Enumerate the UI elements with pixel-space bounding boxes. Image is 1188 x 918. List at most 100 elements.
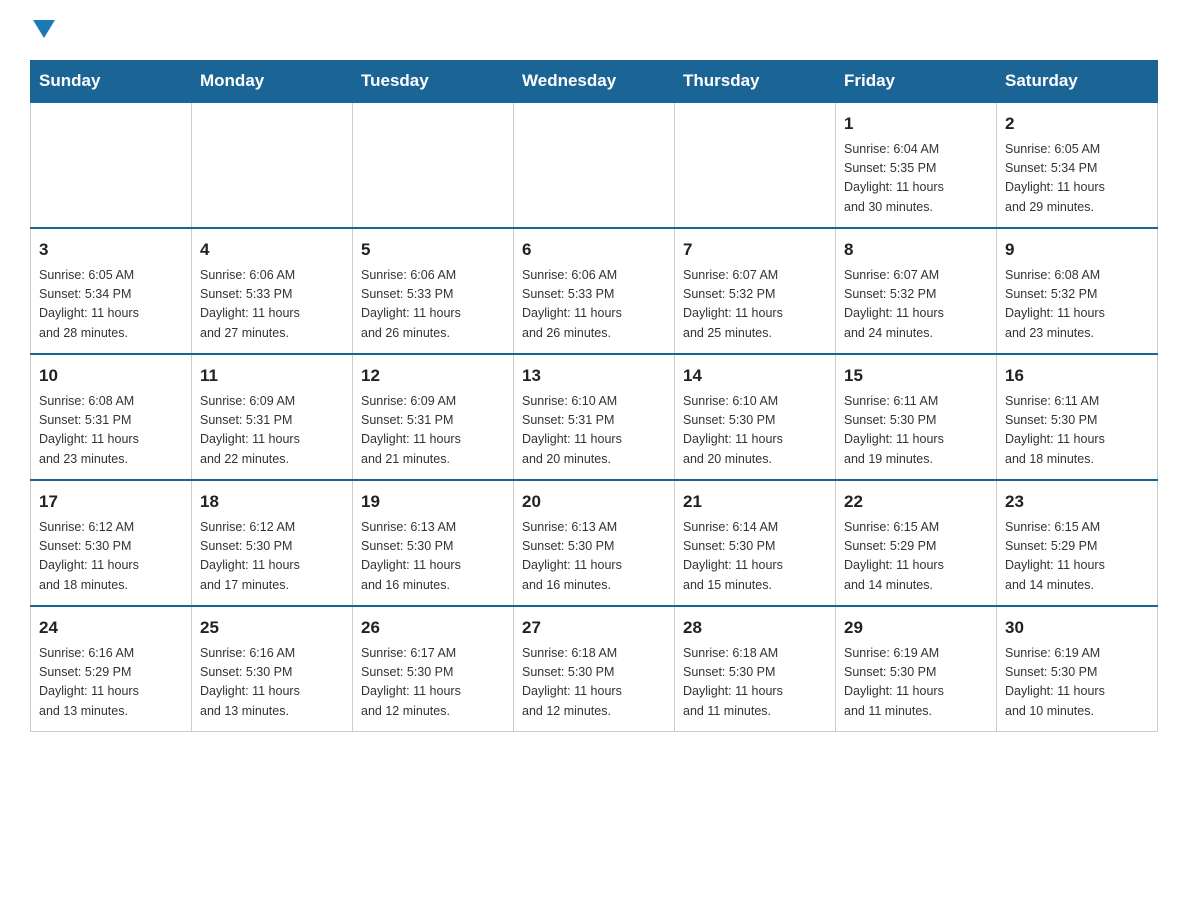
table-row: 6 Sunrise: 6:06 AM Sunset: 5:33 PM Daylig… — [514, 228, 675, 354]
table-row: 11 Sunrise: 6:09 AM Sunset: 5:31 PM Dayli… — [192, 354, 353, 480]
day-number: 1 — [844, 111, 988, 137]
day-info: Sunrise: 6:11 AM Sunset: 5:30 PM Dayligh… — [844, 392, 988, 470]
table-row — [353, 102, 514, 228]
table-row: 19 Sunrise: 6:13 AM Sunset: 5:30 PM Dayli… — [353, 480, 514, 606]
day-info: Sunrise: 6:15 AM Sunset: 5:29 PM Dayligh… — [844, 518, 988, 596]
table-row: 8 Sunrise: 6:07 AM Sunset: 5:32 PM Daylig… — [836, 228, 997, 354]
day-number: 26 — [361, 615, 505, 641]
day-info: Sunrise: 6:13 AM Sunset: 5:30 PM Dayligh… — [361, 518, 505, 596]
table-row: 14 Sunrise: 6:10 AM Sunset: 5:30 PM Dayli… — [675, 354, 836, 480]
day-number: 25 — [200, 615, 344, 641]
day-info: Sunrise: 6:06 AM Sunset: 5:33 PM Dayligh… — [361, 266, 505, 344]
day-info: Sunrise: 6:14 AM Sunset: 5:30 PM Dayligh… — [683, 518, 827, 596]
table-row: 22 Sunrise: 6:15 AM Sunset: 5:29 PM Dayli… — [836, 480, 997, 606]
day-info: Sunrise: 6:19 AM Sunset: 5:30 PM Dayligh… — [1005, 644, 1149, 722]
table-row: 17Sunrise: 6:12 AM Sunset: 5:30 PM Dayli… — [31, 480, 192, 606]
day-number: 9 — [1005, 237, 1149, 263]
day-number: 6 — [522, 237, 666, 263]
calendar-week-row: 3Sunrise: 6:05 AM Sunset: 5:34 PM Daylig… — [31, 228, 1158, 354]
day-number: 27 — [522, 615, 666, 641]
day-info: Sunrise: 6:18 AM Sunset: 5:30 PM Dayligh… — [683, 644, 827, 722]
table-row: 12 Sunrise: 6:09 AM Sunset: 5:31 PM Dayli… — [353, 354, 514, 480]
table-row: 13Sunrise: 6:10 AM Sunset: 5:31 PM Dayli… — [514, 354, 675, 480]
weekday-wednesday: Wednesday — [514, 61, 675, 103]
day-number: 16 — [1005, 363, 1149, 389]
day-info: Sunrise: 6:07 AM Sunset: 5:32 PM Dayligh… — [683, 266, 827, 344]
day-info: Sunrise: 6:07 AM Sunset: 5:32 PM Dayligh… — [844, 266, 988, 344]
weekday-saturday: Saturday — [997, 61, 1158, 103]
day-number: 20 — [522, 489, 666, 515]
table-row: 29 Sunrise: 6:19 AM Sunset: 5:30 PM Dayli… — [836, 606, 997, 732]
table-row: 26 Sunrise: 6:17 AM Sunset: 5:30 PM Dayli… — [353, 606, 514, 732]
table-row: 20 Sunrise: 6:13 AM Sunset: 5:30 PM Dayli… — [514, 480, 675, 606]
page-header — [30, 20, 1158, 40]
weekday-thursday: Thursday — [675, 61, 836, 103]
day-number: 23 — [1005, 489, 1149, 515]
table-row: 21 Sunrise: 6:14 AM Sunset: 5:30 PM Dayli… — [675, 480, 836, 606]
day-number: 28 — [683, 615, 827, 641]
table-row: 7 Sunrise: 6:07 AM Sunset: 5:32 PM Daylig… — [675, 228, 836, 354]
day-number: 30 — [1005, 615, 1149, 641]
table-row: 5Sunrise: 6:06 AM Sunset: 5:33 PM Daylig… — [353, 228, 514, 354]
calendar-header-row: Sunday Monday Tuesday Wednesday Thursday… — [31, 61, 1158, 103]
day-number: 7 — [683, 237, 827, 263]
day-info: Sunrise: 6:18 AM Sunset: 5:30 PM Dayligh… — [522, 644, 666, 722]
table-row: 25Sunrise: 6:16 AM Sunset: 5:30 PM Dayli… — [192, 606, 353, 732]
table-row: 3Sunrise: 6:05 AM Sunset: 5:34 PM Daylig… — [31, 228, 192, 354]
calendar-week-row: 1 Sunrise: 6:04 AM Sunset: 5:35 PM Daylig… — [31, 102, 1158, 228]
day-info: Sunrise: 6:10 AM Sunset: 5:31 PM Dayligh… — [522, 392, 666, 470]
day-info: Sunrise: 6:17 AM Sunset: 5:30 PM Dayligh… — [361, 644, 505, 722]
logo — [30, 20, 62, 40]
day-info: Sunrise: 6:04 AM Sunset: 5:35 PM Dayligh… — [844, 140, 988, 218]
table-row: 18Sunrise: 6:12 AM Sunset: 5:30 PM Dayli… — [192, 480, 353, 606]
day-number: 29 — [844, 615, 988, 641]
day-info: Sunrise: 6:08 AM Sunset: 5:32 PM Dayligh… — [1005, 266, 1149, 344]
weekday-tuesday: Tuesday — [353, 61, 514, 103]
calendar-week-row: 24Sunrise: 6:16 AM Sunset: 5:29 PM Dayli… — [31, 606, 1158, 732]
day-number: 11 — [200, 363, 344, 389]
day-info: Sunrise: 6:15 AM Sunset: 5:29 PM Dayligh… — [1005, 518, 1149, 596]
day-number: 4 — [200, 237, 344, 263]
day-info: Sunrise: 6:19 AM Sunset: 5:30 PM Dayligh… — [844, 644, 988, 722]
weekday-friday: Friday — [836, 61, 997, 103]
table-row: 9 Sunrise: 6:08 AM Sunset: 5:32 PM Daylig… — [997, 228, 1158, 354]
logo-triangle-icon — [33, 20, 55, 38]
day-number: 19 — [361, 489, 505, 515]
table-row: 10Sunrise: 6:08 AM Sunset: 5:31 PM Dayli… — [31, 354, 192, 480]
table-row — [31, 102, 192, 228]
day-number: 10 — [39, 363, 183, 389]
day-number: 15 — [844, 363, 988, 389]
day-number: 8 — [844, 237, 988, 263]
day-info: Sunrise: 6:09 AM Sunset: 5:31 PM Dayligh… — [361, 392, 505, 470]
day-info: Sunrise: 6:12 AM Sunset: 5:30 PM Dayligh… — [39, 518, 183, 596]
day-info: Sunrise: 6:13 AM Sunset: 5:30 PM Dayligh… — [522, 518, 666, 596]
day-info: Sunrise: 6:16 AM Sunset: 5:29 PM Dayligh… — [39, 644, 183, 722]
table-row: 27 Sunrise: 6:18 AM Sunset: 5:30 PM Dayli… — [514, 606, 675, 732]
day-number: 21 — [683, 489, 827, 515]
day-info: Sunrise: 6:11 AM Sunset: 5:30 PM Dayligh… — [1005, 392, 1149, 470]
day-number: 2 — [1005, 111, 1149, 137]
table-row: 30 Sunrise: 6:19 AM Sunset: 5:30 PM Dayli… — [997, 606, 1158, 732]
day-info: Sunrise: 6:05 AM Sunset: 5:34 PM Dayligh… — [39, 266, 183, 344]
table-row: 2Sunrise: 6:05 AM Sunset: 5:34 PM Daylig… — [997, 102, 1158, 228]
day-info: Sunrise: 6:09 AM Sunset: 5:31 PM Dayligh… — [200, 392, 344, 470]
table-row — [514, 102, 675, 228]
day-info: Sunrise: 6:12 AM Sunset: 5:30 PM Dayligh… — [200, 518, 344, 596]
day-number: 14 — [683, 363, 827, 389]
table-row: 23 Sunrise: 6:15 AM Sunset: 5:29 PM Dayli… — [997, 480, 1158, 606]
weekday-sunday: Sunday — [31, 61, 192, 103]
day-info: Sunrise: 6:06 AM Sunset: 5:33 PM Dayligh… — [200, 266, 344, 344]
table-row — [192, 102, 353, 228]
table-row: 24Sunrise: 6:16 AM Sunset: 5:29 PM Dayli… — [31, 606, 192, 732]
day-number: 12 — [361, 363, 505, 389]
table-row: 16 Sunrise: 6:11 AM Sunset: 5:30 PM Dayli… — [997, 354, 1158, 480]
table-row: 15 Sunrise: 6:11 AM Sunset: 5:30 PM Dayli… — [836, 354, 997, 480]
weekday-monday: Monday — [192, 61, 353, 103]
day-number: 22 — [844, 489, 988, 515]
calendar-week-row: 10Sunrise: 6:08 AM Sunset: 5:31 PM Dayli… — [31, 354, 1158, 480]
calendar-table: Sunday Monday Tuesday Wednesday Thursday… — [30, 60, 1158, 732]
table-row: 1 Sunrise: 6:04 AM Sunset: 5:35 PM Daylig… — [836, 102, 997, 228]
day-info: Sunrise: 6:06 AM Sunset: 5:33 PM Dayligh… — [522, 266, 666, 344]
day-info: Sunrise: 6:10 AM Sunset: 5:30 PM Dayligh… — [683, 392, 827, 470]
calendar-week-row: 17Sunrise: 6:12 AM Sunset: 5:30 PM Dayli… — [31, 480, 1158, 606]
